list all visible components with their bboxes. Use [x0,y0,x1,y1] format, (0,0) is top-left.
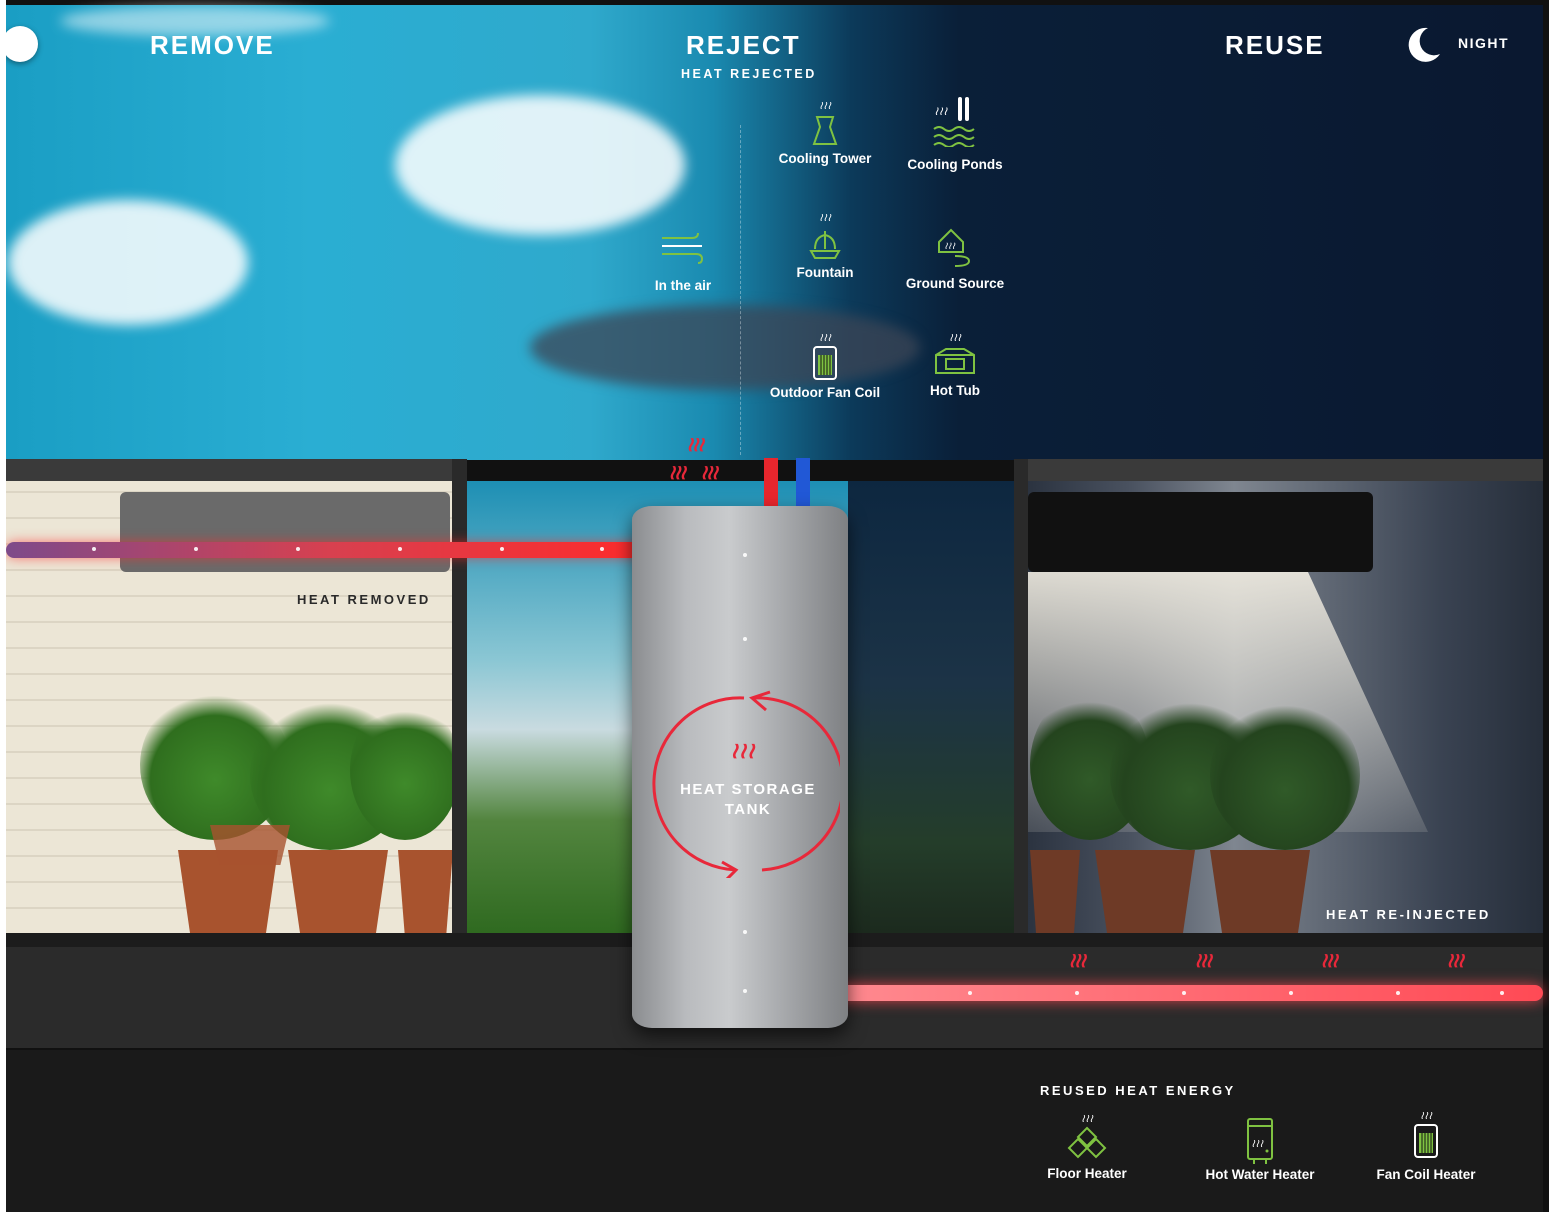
steam-icon: ≀≀≀ [818,212,832,224]
cooling-ponds-icon: ≀≀≀ [933,97,975,147]
flow-dot [1396,991,1400,995]
ground-source-icon: ≀≀≀ [938,228,971,267]
left-edge [0,0,6,1212]
steam-icon: ≀≀≀ [948,332,962,344]
option-label: Fountain [796,265,854,280]
flow-dot [600,547,604,551]
steam-icon: ≀≀≀ [818,100,832,112]
option-in-the-air[interactable]: In the air [618,228,748,293]
flow-dot [1500,991,1504,995]
cold-inlet-pipe [796,458,810,510]
flow-dot [743,989,747,993]
option-cooling-tower[interactable]: ≀≀≀ Cooling Tower [760,100,890,166]
flow-dot [743,553,747,557]
option-label: Outdoor Fan Coil [769,385,881,400]
night-toggle[interactable]: NIGHT [1404,24,1514,64]
day-night-toggle-knob[interactable] [2,26,38,62]
heat-waves-icon: ≀≀≀ [1194,950,1212,972]
tank-label: HEAT STORAGE TANK [652,780,844,820]
fountain-icon [809,231,841,259]
cloud [395,95,685,235]
heat-waves-icon: ≀≀≀ [686,434,704,456]
heat-waves-icon: ≀≀≀ [730,738,755,763]
option-label: Ground Source [905,276,1005,291]
flow-dot [968,991,972,995]
cooling-tower-icon [812,116,838,145]
hot-water-heater-icon: ≀≀≀ [1247,1118,1273,1164]
hot-outlet-pipe [764,458,778,510]
plant-pot [1095,850,1195,933]
flow-dot [500,547,504,551]
option-floor-heater[interactable]: ≀≀≀ Floor Heater [1022,1113,1152,1181]
option-hot-water-heater[interactable]: ≀≀≀ Hot Water Heater [1195,1117,1325,1182]
remove-heading[interactable]: REMOVE [150,30,275,61]
flow-dot [92,547,96,551]
heat-removed-pipe [6,542,658,558]
cloud [8,200,248,325]
heat-waves-icon: ≀≀≀ [700,462,718,484]
option-hot-tub[interactable]: ≀≀≀ Hot Tub [890,332,1020,398]
plant [350,700,460,840]
steam-icon: ≀≀≀ [1419,1110,1433,1122]
svg-text:≀≀≀: ≀≀≀ [934,104,948,118]
flow-dot [743,637,747,641]
option-ground-source[interactable]: ≀≀≀ Ground Source [890,226,1020,291]
night-label: NIGHT [1458,35,1510,51]
plant-pot [1030,850,1080,933]
landscape-view-night [848,481,1014,933]
flow-dot [194,547,198,551]
roof-left [6,459,466,481]
moon-icon [1408,27,1440,62]
flow-dot [743,930,747,934]
option-outdoor-fan-coil[interactable]: ≀≀≀ Outdoor Fan Coil [760,332,890,400]
plant-pot [1210,850,1310,933]
option-label: Cooling Tower [778,151,872,166]
heat-reinjected-label: HEAT RE-INJECTED [1326,907,1491,922]
option-label: In the air [654,278,712,293]
heat-reinjected-pipe [832,985,1543,1001]
option-label: Hot Water Heater [1205,1167,1315,1182]
option-label: Fan Coil Heater [1376,1167,1476,1182]
heat-removed-label: HEAT REMOVED [297,592,431,607]
plant [1210,700,1360,850]
plant-pot [210,825,290,865]
option-cooling-ponds[interactable]: ≀≀≀ Cooling Ponds [890,95,1020,172]
heat-waves-icon: ≀≀≀ [1446,950,1464,972]
fan-coil-heater-icon [1414,1124,1438,1158]
wind-icon [662,232,704,264]
steam-icon: ≀≀≀ [818,332,832,344]
heat-cycle-diagram: ≀≀≀ HEAT STORAGE TANK ≀≀≀ ≀≀≀ ≀≀≀ ≀≀≀ ≀≀… [0,0,1549,1212]
fan-coil-icon [813,346,837,380]
heat-waves-icon: ≀≀≀ [1068,950,1086,972]
top-bar [0,0,1549,5]
tank-label-line2: TANK [724,801,772,818]
flow-dot [1289,991,1293,995]
heat-waves-icon: ≀≀≀ [668,462,686,484]
option-label: Cooling Ponds [907,157,1003,172]
svg-text:≀≀≀: ≀≀≀ [944,241,956,252]
reject-heading[interactable]: REJECT [686,30,801,61]
option-label: Hot Tub [930,383,980,398]
hot-tub-icon [935,348,975,374]
tank-label-line1: HEAT STORAGE [680,781,816,798]
ceiling-unit [1028,492,1373,572]
plant-pot [398,850,453,933]
floor-heater-icon [1067,1126,1107,1159]
flow-dot [1182,991,1186,995]
roof-right [1014,459,1543,481]
heat-rejected-label: HEAT REJECTED [681,67,817,81]
heat-waves-icon: ≀≀≀ [1320,950,1338,972]
flow-dot [398,547,402,551]
svg-text:≀≀≀: ≀≀≀ [1251,1138,1264,1150]
flow-dot [1075,991,1079,995]
option-label: Floor Heater [1047,1166,1127,1181]
flow-dot [296,547,300,551]
reused-heat-energy-label: REUSED HEAT ENERGY [1040,1083,1236,1098]
option-fountain[interactable]: ≀≀≀ Fountain [760,212,890,280]
ceiling-unit [120,492,450,572]
option-fan-coil-heater[interactable]: ≀≀≀ Fan Coil Heater [1361,1110,1491,1182]
plant-pot [288,850,388,933]
steam-icon: ≀≀≀ [1080,1113,1094,1125]
reuse-heading[interactable]: REUSE [1225,30,1325,61]
